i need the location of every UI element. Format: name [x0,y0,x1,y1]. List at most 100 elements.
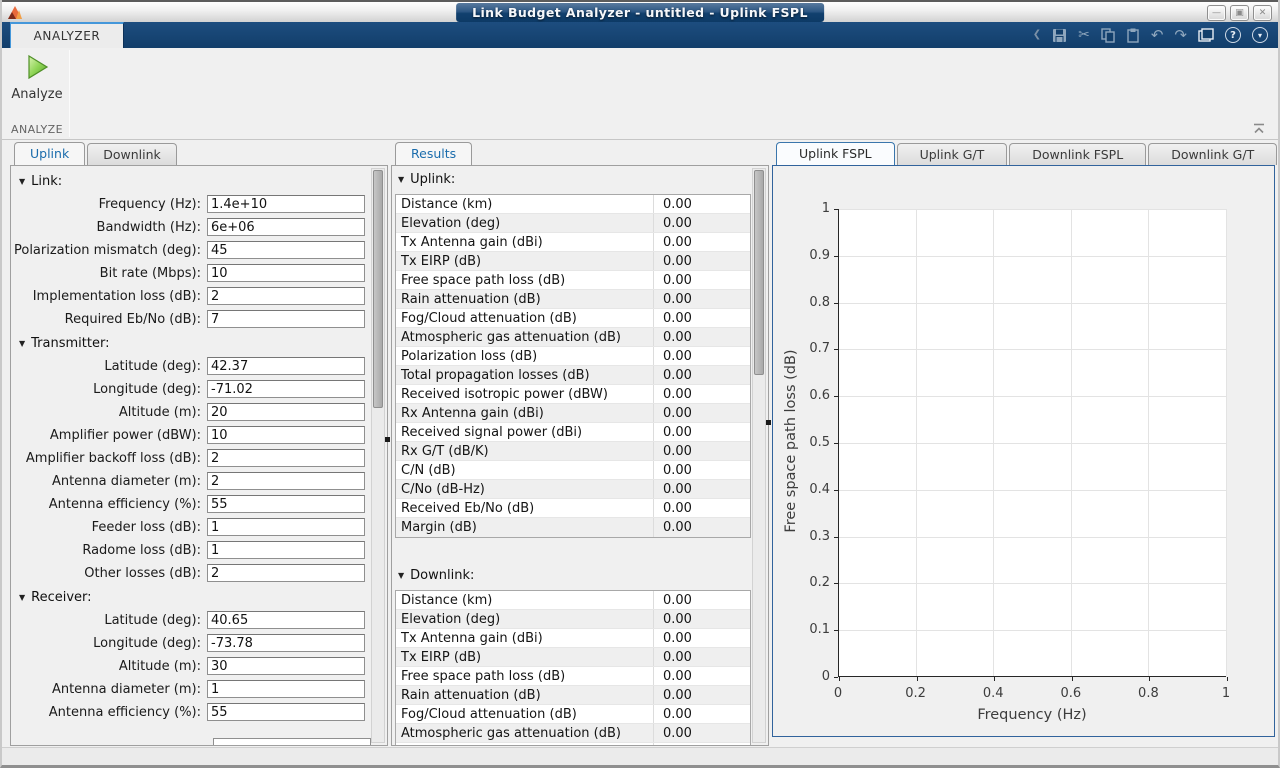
field-input-longitude-deg[interactable] [207,634,365,652]
x-tick-mark [1149,677,1151,681]
field-input-bit-rate-mbps[interactable] [207,264,365,282]
back-chevron-icon[interactable]: ❮ [1033,28,1041,42]
undo-icon[interactable]: ↶ [1151,28,1164,43]
results-scrollbar-thumb[interactable] [754,170,764,375]
field-input-polarization-mismatch-deg[interactable] [207,241,365,259]
field-input-amplifier-power-dbw[interactable] [207,426,365,444]
tab-downlink-g-t[interactable]: Downlink G/T [1148,143,1278,165]
help-icon[interactable]: ? [1225,27,1241,43]
layout-windows-icon[interactable] [1198,27,1214,43]
gridline-horizontal [839,536,1226,538]
field-input-antenna-diameter-m[interactable] [207,472,365,490]
collapse-ribbon-icon[interactable] [1252,123,1266,135]
table-row: Free space path loss (dB) 0.00 [396,667,750,686]
field-input-altitude-m[interactable] [207,403,365,421]
field-input-longitude-deg[interactable] [207,380,365,398]
parameters-scrollbar[interactable] [371,168,385,743]
tab-uplink-fspl[interactable]: Uplink FSPL [776,142,895,165]
parameters-scrollbar-thumb[interactable] [373,170,383,408]
form-row: Frequency (Hz): [11,195,387,213]
form-row: Bandwidth (Hz): [11,218,387,236]
field-input-radome-loss-db[interactable] [207,541,365,559]
results-section-header-downlink[interactable]: ▼ Downlink: [398,568,768,583]
close-button[interactable]: ✕ [1253,5,1272,21]
row-value: 0.00 [663,725,692,741]
field-input-bandwidth-hz[interactable] [207,218,365,236]
table-row: Rain attenuation (dB) 0.00 [396,686,750,705]
row-label: C/N (dB) [396,461,654,479]
y-tick-mark [834,536,838,538]
main-content: UplinkDownlink ▼ Link: Frequency (Hz): Band… [2,140,1278,747]
row-label: Free space path loss (dB) [396,667,654,685]
paste-icon[interactable] [1126,28,1140,43]
form-row: Longitude (deg): [11,634,387,652]
dropdown-icon[interactable]: ▾ [1252,27,1268,43]
tab-downlink[interactable]: Downlink [87,143,177,165]
section-header-transmitter[interactable]: ▼ Transmitter: [19,336,387,351]
field-input-other-losses-db[interactable] [207,564,365,582]
right-splitter-handle[interactable] [766,420,771,425]
field-input-feeder-loss-db[interactable] [207,518,365,536]
results-section-header-uplink[interactable]: ▼ Uplink: [398,172,768,187]
table-row: Total propagation losses (dB) 0.00 [396,366,750,385]
section-header-receiver[interactable]: ▼ Receiver: [19,590,387,605]
row-label: Tx EIRP (dB) [396,252,654,270]
results-scrollbar[interactable] [752,168,766,743]
section-header-link[interactable]: ▼ Link: [19,174,387,189]
row-value: 0.00 [663,630,692,646]
row-value: 0.00 [663,196,692,212]
y-tick-label: 0.3 [809,528,830,544]
x-tick-mark [1071,677,1073,681]
x-tick-label: 0.2 [905,686,926,701]
copy-icon[interactable] [1101,27,1115,43]
row-label: Fog/Cloud attenuation (dB) [396,309,654,327]
redo-icon[interactable]: ↷ [1174,28,1187,43]
section-title: Transmitter: [31,336,110,351]
form-row: Polarization mismatch (deg): [11,241,387,259]
title-bar[interactable]: Link Budget Analyzer - untitled - Uplink… [2,0,1278,22]
field-input-antenna-efficiency[interactable] [207,703,365,721]
maximize-button[interactable]: ▣ [1230,5,1249,21]
table-row: Rain attenuation (dB) 0.00 [396,290,750,309]
y-tick-mark [834,396,838,398]
left-splitter-handle[interactable] [385,437,390,442]
field-input-latitude-deg[interactable] [207,357,365,375]
field-input-altitude-m[interactable] [207,657,365,675]
field-input-frequency-hz[interactable] [207,195,365,213]
parameters-panel-body: ▼ Link: Frequency (Hz): Bandwidth (Hz): Pola… [10,165,388,746]
row-value: 0.00 [663,592,692,608]
field-label-bit-rate-mbps: Bit rate (Mbps): [99,265,201,281]
field-label-amplifier-backoff-loss-db: Amplifier backoff loss (dB): [25,450,201,466]
y-tick-mark [834,583,838,585]
analyze-button[interactable]: Analyze [10,53,64,117]
field-input-antenna-efficiency[interactable] [207,495,365,513]
form-row: Antenna efficiency (%): [11,495,387,513]
clipped-input-field[interactable] [213,738,371,745]
y-tick-label: 0.4 [809,481,830,497]
row-label: Received signal power (dBi) [396,423,654,441]
field-input-implementation-loss-db[interactable] [207,287,365,305]
cut-icon[interactable]: ✂ [1078,28,1090,42]
save-icon[interactable] [1052,28,1067,43]
results-tabbar: Results [395,142,473,165]
row-label: Polarization loss (dB) [396,743,654,745]
field-input-latitude-deg[interactable] [207,611,365,629]
row-label: Rain attenuation (dB) [396,686,654,704]
field-input-antenna-diameter-m[interactable] [207,680,365,698]
x-tick-label: 0.8 [1138,686,1159,701]
field-input-amplifier-backoff-loss-db[interactable] [207,449,365,467]
tab-downlink-fspl[interactable]: Downlink FSPL [1009,143,1147,165]
y-tick-label: 0.7 [809,341,830,357]
field-label-altitude-m: Altitude (m): [118,658,201,674]
tab-results[interactable]: Results [395,142,473,165]
title-band: Link Budget Analyzer - untitled - Uplink… [456,3,824,22]
minimize-button[interactable]: — [1207,5,1226,21]
field-label-longitude-deg: Longitude (deg): [93,381,201,397]
y-tick-label: 0.8 [809,294,830,310]
table-row: Atmospheric gas attenuation (dB) 0.00 [396,328,750,347]
tab-uplink-g-t[interactable]: Uplink G/T [896,143,1008,165]
table-row: Rx Antenna gain (dBi) 0.00 [396,404,750,423]
tab-analyzer[interactable]: ANALYZER [10,22,124,48]
tab-uplink[interactable]: Uplink [14,142,86,165]
field-input-required-eb-no-db[interactable] [207,310,365,328]
